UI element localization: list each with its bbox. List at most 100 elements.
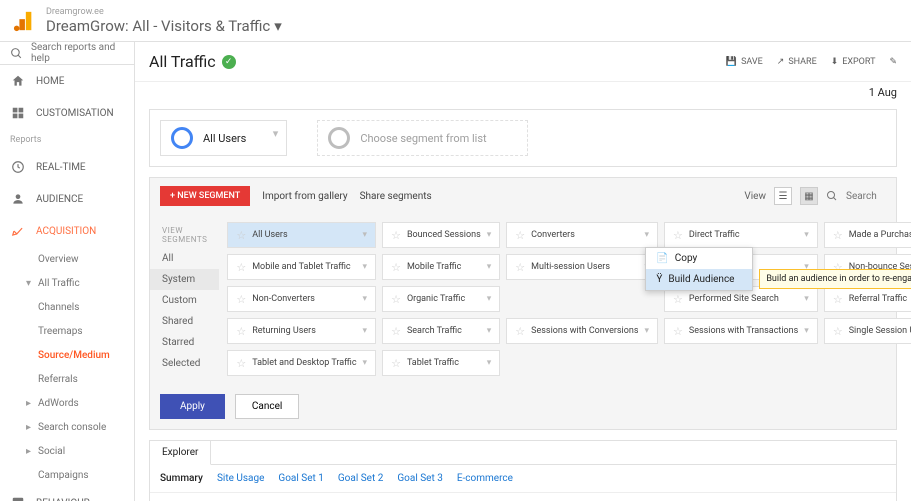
nav-overview[interactable]: Overview [0, 247, 134, 271]
share-segments-link[interactable]: Share segments [360, 191, 432, 202]
cat-starred[interactable]: Starred [150, 332, 219, 353]
subtab-goal-set-3[interactable]: Goal Set 3 [397, 473, 442, 484]
import-gallery-link[interactable]: Import from gallery [262, 191, 347, 202]
star-icon[interactable]: ☆ [673, 293, 683, 306]
chevron-down-icon[interactable]: ▾ [644, 326, 649, 336]
star-icon[interactable]: ☆ [833, 325, 843, 338]
star-icon[interactable]: ☆ [236, 357, 246, 370]
star-icon[interactable]: ☆ [391, 357, 401, 370]
nav-sourcemedium[interactable]: Source/Medium [0, 343, 134, 367]
cancel-button[interactable]: Cancel [235, 394, 299, 419]
chevron-down-icon[interactable]: ▾ [487, 230, 492, 240]
view-list-button[interactable]: ☰ [774, 187, 792, 205]
star-icon[interactable]: ☆ [515, 229, 525, 242]
star-icon[interactable]: ☆ [391, 261, 401, 274]
nav-behaviour[interactable]: BEHAVIOUR [0, 487, 134, 501]
star-icon[interactable]: ☆ [391, 229, 401, 242]
segment-card[interactable]: ☆Converters▾ [506, 222, 658, 248]
chevron-down-icon[interactable]: ▾ [487, 358, 492, 368]
chevron-down-icon[interactable]: ▾ [363, 358, 368, 368]
edit-button[interactable]: ✎ [889, 57, 897, 67]
segment-card[interactable]: ☆All Users▾ [227, 222, 376, 248]
subtab-goal-set-2[interactable]: Goal Set 2 [338, 473, 383, 484]
chevron-down-icon[interactable]: ▾ [487, 262, 492, 272]
segment-card[interactable]: ☆Organic Traffic▾ [382, 286, 500, 312]
date-range[interactable]: 1 Aug [869, 86, 897, 99]
star-icon[interactable]: ☆ [673, 229, 683, 242]
subtab-summary[interactable]: Summary [160, 473, 203, 484]
save-button[interactable]: 💾SAVE [726, 57, 763, 67]
chevron-down-icon[interactable]: ▾ [804, 230, 809, 240]
subtab-site-usage[interactable]: Site Usage [217, 473, 264, 484]
nav-referrals[interactable]: Referrals [0, 367, 134, 391]
nav-adwords[interactable]: ▸AdWords [0, 391, 134, 415]
apply-button[interactable]: Apply [160, 394, 225, 419]
segment-card[interactable]: ☆Mobile Traffic▾ [382, 254, 500, 280]
star-icon[interactable]: ☆ [673, 325, 683, 338]
chevron-down-icon[interactable]: ▾ [363, 294, 368, 304]
nav-realtime[interactable]: REAL-TIME [0, 151, 134, 183]
new-segment-button[interactable]: + NEW SEGMENT [160, 186, 250, 206]
nav-home[interactable]: HOME [0, 65, 134, 97]
segment-card[interactable]: ☆Multi-session Users▾ [506, 254, 658, 280]
star-icon[interactable]: ☆ [236, 261, 246, 274]
segment-card[interactable]: ☆Direct Traffic▾ [664, 222, 818, 248]
segment-card[interactable]: ☆Tablet and Desktop Traffic▾ [227, 350, 376, 376]
chevron-down-icon[interactable]: ▾ [804, 326, 809, 336]
nav-treemaps[interactable]: Treemaps [0, 319, 134, 343]
chevron-down-icon[interactable]: ▾ [487, 326, 492, 336]
nav-customisation[interactable]: CUSTOMISATION [0, 97, 134, 129]
ctx-copy[interactable]: 📄Copy [646, 248, 752, 269]
segment-card[interactable]: ☆Single Session Use▾ [824, 318, 911, 344]
segment-chip-add[interactable]: Choose segment from list [317, 120, 527, 156]
segment-card[interactable]: ☆Returning Users▾ [227, 318, 376, 344]
chevron-down-icon[interactable]: ▾ [804, 294, 809, 304]
segment-card[interactable]: ☆Sessions with Conversions▾ [506, 318, 658, 344]
cat-custom[interactable]: Custom [150, 290, 219, 311]
star-icon[interactable]: ☆ [833, 293, 843, 306]
subtab-goal-set-1[interactable]: Goal Set 1 [278, 473, 323, 484]
chevron-down-icon[interactable]: ▾ [363, 230, 368, 240]
star-icon[interactable]: ☆ [236, 293, 246, 306]
share-button[interactable]: ↗SHARE [777, 57, 817, 67]
star-icon[interactable]: ☆ [515, 261, 525, 274]
segment-card[interactable]: ☆Tablet Traffic▾ [382, 350, 500, 376]
nav-audience[interactable]: AUDIENCE [0, 183, 134, 215]
search-input[interactable]: Search reports and help [0, 42, 134, 65]
cat-all[interactable]: All [150, 248, 219, 269]
segment-card[interactable]: ☆Sessions with Transactions▾ [664, 318, 818, 344]
segment-chip-all[interactable]: All Users ▾ [160, 120, 287, 156]
star-icon[interactable]: ☆ [236, 229, 246, 242]
chevron-down-icon[interactable]: ▾ [363, 326, 368, 336]
nav-channels[interactable]: Channels [0, 295, 134, 319]
segment-search-input[interactable] [846, 191, 886, 202]
nav-social[interactable]: ▸Social [0, 439, 134, 463]
cat-system[interactable]: System [150, 269, 219, 290]
segment-card[interactable]: ☆Mobile and Tablet Traffic▾ [227, 254, 376, 280]
segment-card[interactable]: ☆Made a Purchase▾ [824, 222, 911, 248]
export-button[interactable]: ⬇EXPORT [831, 57, 876, 67]
star-icon[interactable]: ☆ [391, 325, 401, 338]
star-icon[interactable]: ☆ [515, 325, 525, 338]
cat-selected[interactable]: Selected [150, 353, 219, 374]
subtab-e-commerce[interactable]: E-commerce [457, 473, 513, 484]
chevron-down-icon[interactable]: ▾ [644, 230, 649, 240]
segment-card[interactable]: ☆Bounced Sessions▾ [382, 222, 500, 248]
star-icon[interactable]: ☆ [391, 293, 401, 306]
nav-alltraffic[interactable]: ▾All Traffic [0, 271, 134, 295]
nav-searchconsole[interactable]: ▸Search console [0, 415, 134, 439]
tab-explorer[interactable]: Explorer [150, 441, 211, 465]
segment-card[interactable]: ☆Search Traffic▾ [382, 318, 500, 344]
segment-card[interactable]: ☆Non-Converters▾ [227, 286, 376, 312]
star-icon[interactable]: ☆ [236, 325, 246, 338]
view-grid-button[interactable]: ▦ [800, 187, 818, 205]
chevron-down-icon[interactable]: ▾ [363, 262, 368, 272]
cat-shared[interactable]: Shared [150, 311, 219, 332]
view-title[interactable]: DreamGrow: All - Visitors & Traffic▾ [46, 17, 282, 35]
chevron-down-icon[interactable]: ▾ [487, 294, 492, 304]
nav-campaigns[interactable]: Campaigns [0, 463, 134, 487]
nav-acquisition[interactable]: ACQUISITION [0, 215, 134, 247]
segment-card[interactable]: ☆Referral Traffic▾ [824, 286, 911, 312]
star-icon[interactable]: ☆ [833, 229, 843, 242]
ctx-build-audience[interactable]: ŸBuild Audience [646, 269, 752, 290]
